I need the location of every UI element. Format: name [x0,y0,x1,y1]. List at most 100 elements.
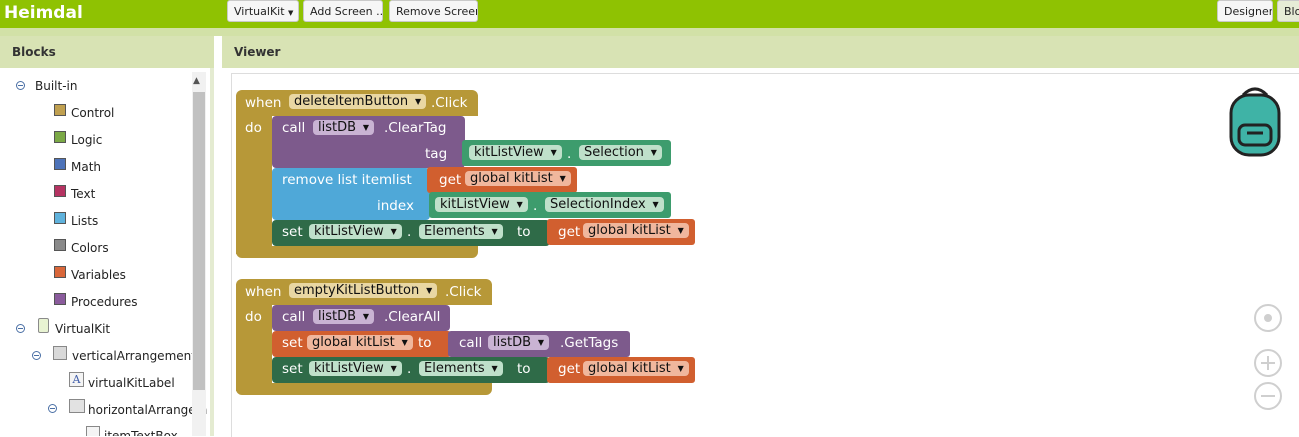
tree-item-procedures[interactable]: Procedures [71,295,138,309]
tree-item-horizontalarrangement[interactable]: horizontalArrangem [88,403,207,417]
tree-item-logic[interactable]: Logic [71,133,102,147]
viewer-workspace[interactable]: when deleteItemButton ▼ .Click do call li… [231,73,1299,437]
db-dropdown[interactable]: listDB ▼ [313,309,375,324]
designer-button[interactable]: Designer [1217,0,1273,22]
set-label: set [282,361,303,377]
listview-dropdown[interactable]: kitListView ▼ [435,197,528,212]
viewer-header: Viewer [222,36,1299,68]
scrollbar-thumb[interactable] [193,92,205,390]
screen-icon [38,318,49,333]
tree-item-colors[interactable]: Colors [71,241,109,255]
dropdown-arrow-icon: ▼ [650,148,657,157]
horizontal-arrangement-icon [69,399,85,413]
dropdown-arrow-icon: ▼ [288,9,294,17]
variables-color-icon [54,266,66,278]
db-dropdown[interactable]: listDB ▼ [488,335,550,350]
dropdown-arrow-icon: ▼ [677,226,684,235]
dropdown-arrow-icon: ▼ [390,227,397,236]
when-label: when [245,95,282,111]
to-label: to [418,335,432,351]
global-var-dropdown[interactable]: global kitList ▼ [583,361,689,376]
tree-item-itemtextbox[interactable]: itemTextBox [104,429,178,436]
global-var-dropdown[interactable]: global kitList ▼ [307,335,413,350]
dropdown-arrow-icon: ▼ [414,97,422,106]
add-screen-button[interactable]: Add Screen ... [303,0,383,22]
collapse-icon[interactable] [16,324,25,333]
call-label: call [282,120,306,136]
call-label: call [459,335,483,351]
tree-item-variables[interactable]: Variables [71,268,126,282]
control-color-icon [54,104,66,116]
textbox-icon [86,426,100,436]
tree-builtin[interactable]: Built-in [35,79,77,93]
tree-item-text[interactable]: Text [71,187,95,201]
zoom-out-icon[interactable] [1254,382,1282,410]
collapse-icon[interactable] [32,351,41,360]
tree-item-verticalarrangement[interactable]: verticalArrangement [72,349,196,363]
dropdown-arrow-icon: ▼ [426,286,433,295]
listview-dropdown[interactable]: kitListView ▼ [309,224,402,239]
tree-item-math[interactable]: Math [71,160,101,174]
to-label: to [517,224,531,240]
dropdown-arrow-icon: ▼ [652,200,659,209]
scroll-up-icon[interactable]: ▲ [193,76,200,86]
top-bar: Heimdal VirtualKit ▼ Add Screen ... Remo… [0,0,1299,28]
set-label: set [282,335,303,351]
collapse-icon[interactable] [16,81,25,90]
call-label: call [282,309,306,325]
dropdown-arrow-icon: ▼ [362,123,370,132]
screen-select-button[interactable]: VirtualKit ▼ [227,0,299,22]
dropdown-arrow-icon: ▼ [516,200,523,209]
do-label: do [245,309,262,325]
zoom-in-icon[interactable] [1254,349,1282,377]
dropdown-arrow-icon: ▼ [550,148,557,157]
tag-socket-label: tag [425,146,448,162]
get-label: get [439,172,462,188]
logic-color-icon [54,131,66,143]
dot-separator: . [407,224,412,240]
event-name: .Click [431,95,468,111]
recenter-icon[interactable] [1254,304,1282,332]
dropdown-arrow-icon: ▼ [362,312,370,321]
dropdown-arrow-icon: ▼ [677,364,684,373]
blocks-panel: Built-in Control Logic Math Text Lists C… [0,68,214,436]
dropdown-arrow-icon: ▼ [491,227,498,236]
tree-item-virtualkit[interactable]: VirtualKit [55,322,110,336]
tree-item-virtualkitlabel[interactable]: virtualKitLabel [88,376,175,390]
remove-screen-button[interactable]: Remove Screen [389,0,478,22]
property-dropdown[interactable]: Selection ▼ [579,145,662,160]
backpack-icon[interactable] [1225,83,1285,159]
property-dropdown[interactable]: Elements ▼ [419,361,503,376]
db-dropdown[interactable]: listDB ▼ [313,120,375,135]
tree-item-lists[interactable]: Lists [71,214,98,228]
method-name: .ClearTag [384,120,447,136]
component-dropdown[interactable]: emptyKitListButton ▼ [289,283,438,298]
dot-separator: . [407,361,412,377]
property-dropdown[interactable]: SelectionIndex ▼ [545,197,664,212]
vertical-arrangement-icon [53,346,67,360]
toolbar-divider [0,28,1299,36]
method-name: .GetTags [560,335,619,351]
component-dropdown[interactable]: deleteItemButton ▼ [289,94,427,109]
listview-dropdown[interactable]: kitListView ▼ [309,361,402,376]
global-var-dropdown[interactable]: global kitList ▼ [465,171,571,186]
event-footer [236,383,492,395]
collapse-icon[interactable] [48,404,57,413]
when-label: when [245,284,282,300]
remove-list-item-label: remove list item [282,172,393,188]
tree-item-control[interactable]: Control [71,106,114,120]
to-label: to [517,361,531,377]
listview-dropdown[interactable]: kitListView ▼ [469,145,562,160]
property-dropdown[interactable]: Elements ▼ [419,224,503,239]
dropdown-arrow-icon: ▼ [491,364,498,373]
index-socket-label: index [377,198,414,214]
label-icon: A [69,372,84,387]
global-var-dropdown[interactable]: global kitList ▼ [583,223,689,238]
get-label: get [558,361,581,377]
event-footer [236,246,478,258]
event-name: .Click [445,284,482,300]
method-name: .ClearAll [384,309,441,325]
blocks-button[interactable]: Blocks [1277,0,1299,22]
set-label: set [282,224,303,240]
dropdown-arrow-icon: ▼ [537,338,545,347]
